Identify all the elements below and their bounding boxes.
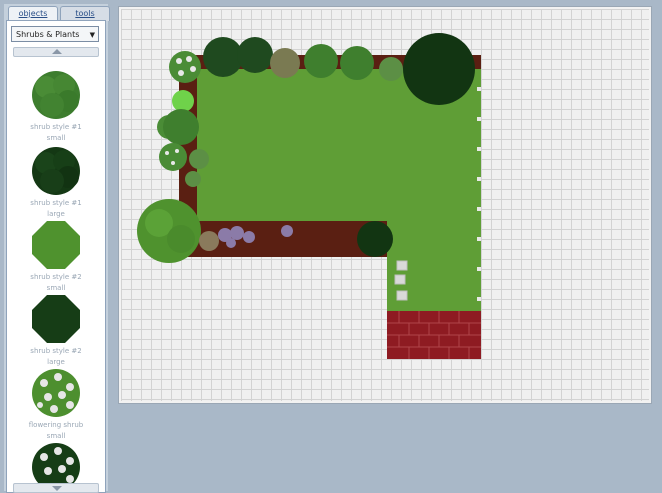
landscape-design (137, 33, 481, 359)
palette-item-label: shrub style #2 (30, 273, 82, 281)
palette-item-size: small (46, 134, 66, 142)
palette-item-size: small (46, 284, 66, 292)
shrub-round-icon (32, 71, 80, 119)
palette-item-shrub-1-small[interactable]: shrub style #1 small (11, 69, 101, 143)
palette-item-label: flowering shrub (28, 421, 84, 429)
dropdown-arrow-icon: ▼ (89, 31, 95, 39)
palette-scroll-up-button[interactable] (13, 47, 99, 57)
category-select[interactable]: Shrubs & Plants ▼ (11, 26, 99, 42)
palette-item-size: large (47, 210, 65, 218)
palette-item-shrub-2-small[interactable]: shrub style #2 small (11, 219, 101, 293)
shrub-octagon-dark-icon (32, 295, 80, 343)
left-sidebar: objects tools Shrubs & Plants ▼ shrub st… (4, 4, 110, 493)
palette-item-label: shrub style #2 (30, 347, 82, 355)
palette-scroll-down-button[interactable] (13, 483, 99, 493)
stepping-stones (394, 260, 408, 301)
dark-shrub-corner (357, 221, 393, 257)
palette-item-label: shrub style #1 (30, 199, 82, 207)
category-select-value: Shrubs & Plants (16, 30, 80, 39)
shrub-round-dark-icon (32, 147, 80, 195)
palette-item-label: shrub style #1 (30, 123, 82, 131)
design-canvas[interactable] (118, 6, 652, 404)
palette-item-size: small (46, 432, 66, 440)
shrub-octagon-icon (32, 221, 80, 269)
palette-item-shrub-2-large[interactable]: shrub style #2 large (11, 293, 101, 367)
palette-item-flowering-shrub-small[interactable]: flowering shrub small (11, 367, 101, 441)
tab-objects[interactable]: objects (8, 6, 58, 21)
palette-item-size: large (47, 358, 65, 366)
objects-panel: Shrubs & Plants ▼ shrub style #1 small s… (6, 20, 106, 493)
tab-tools[interactable]: tools (60, 6, 110, 21)
sidebar-tabs: objects tools (8, 6, 110, 21)
flowering-shrub-icon (32, 369, 80, 417)
brick-patio (387, 311, 481, 359)
palette-item-shrub-1-large[interactable]: shrub style #1 large (11, 145, 101, 219)
lawn-area (197, 69, 481, 311)
